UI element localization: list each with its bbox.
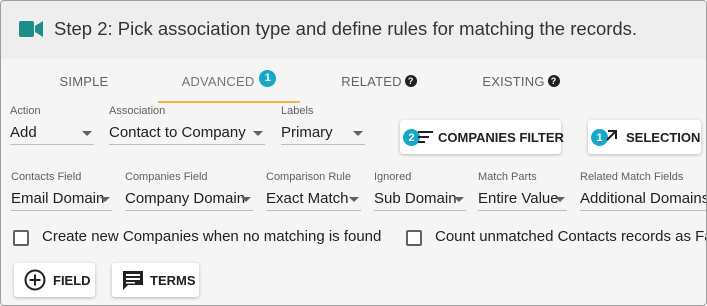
contacts-field-field: Contacts Field Email Domain — [11, 171, 112, 211]
step-title: Step 2: Pick association type and define… — [54, 18, 638, 39]
chevron-down-icon — [555, 197, 565, 202]
labels-field: Labels Primary — [281, 105, 365, 145]
chevron-down-icon — [241, 197, 251, 202]
action-value: Add — [10, 124, 37, 141]
chevron-down-icon — [454, 197, 464, 202]
action-select[interactable]: Add — [10, 121, 94, 145]
tab-existing[interactable]: EXISTING ? — [461, 59, 581, 103]
comparison-rule-value: Exact Match — [266, 190, 349, 207]
create-new-companies-label: Create new Companies when no matching is… — [42, 228, 382, 245]
tab-related[interactable]: RELATED ? — [319, 59, 439, 103]
companies-field-value: Company Domain — [125, 190, 246, 207]
plus-circle-icon — [24, 269, 46, 294]
tab-badge: 1 — [259, 69, 277, 87]
ignored-label: Ignored — [374, 171, 412, 183]
chevron-down-icon — [353, 131, 363, 136]
related-match-field: Related Match Fields Additional Domains — [580, 171, 706, 211]
labels-value: Primary — [281, 124, 333, 141]
contacts-field-value: Email Domain — [11, 190, 105, 207]
related-match-label: Related Match Fields — [580, 171, 684, 183]
tab-label: RELATED — [341, 73, 402, 89]
arrow-up-right-icon — [603, 128, 619, 147]
companies-filter-label: COMPANIES FILTER — [438, 130, 564, 145]
related-match-select[interactable]: Additional Domains — [580, 187, 706, 211]
tab-advanced[interactable]: ADVANCED 1 — [158, 59, 300, 103]
help-icon[interactable]: ? — [547, 75, 560, 87]
chevron-down-icon — [349, 197, 359, 202]
companies-field-select[interactable]: Company Domain — [125, 187, 253, 211]
contacts-field-label: Contacts Field — [11, 171, 82, 183]
companies-filter-button[interactable]: 2 COMPANIES FILTER — [400, 120, 564, 154]
add-field-button[interactable]: FIELD — [14, 263, 95, 297]
selection-button[interactable]: 1 SELECTION — [588, 120, 701, 154]
terms-button-label: TERMS — [150, 273, 196, 288]
terms-button[interactable]: TERMS — [112, 263, 199, 297]
active-tab-indicator — [158, 101, 300, 103]
comparison-rule-label: Comparison Rule — [266, 171, 351, 183]
step-panel: Step 2: Pick association type and define… — [0, 0, 707, 306]
ignored-select[interactable]: Sub Domain — [374, 187, 466, 211]
match-parts-field: Match Parts Entire Value — [478, 171, 567, 211]
association-select[interactable]: Contact to Company — [109, 121, 265, 145]
field-button-label: FIELD — [53, 273, 91, 288]
video-camera-icon — [19, 20, 43, 43]
labels-select[interactable]: Primary — [281, 121, 365, 145]
contacts-field-select[interactable]: Email Domain — [11, 187, 112, 211]
chevron-down-icon — [82, 131, 92, 136]
companies-field-field: Companies Field Company Domain — [125, 171, 253, 211]
help-icon[interactable]: ? — [404, 75, 417, 87]
count-unmatched-checkbox[interactable] — [406, 230, 422, 246]
step-header: Step 2: Pick association type and define… — [1, 1, 706, 59]
tab-label: SIMPLE — [59, 73, 109, 89]
comparison-rule-field: Comparison Rule Exact Match — [266, 171, 361, 211]
chevron-down-icon — [100, 197, 110, 202]
tab-label: ADVANCED — [181, 73, 255, 89]
match-parts-value: Entire Value — [478, 190, 559, 207]
create-new-companies-checkbox[interactable] — [13, 230, 29, 246]
association-value: Contact to Company — [109, 124, 246, 141]
filter-list-icon — [414, 129, 434, 148]
tab-label: EXISTING — [482, 73, 545, 89]
action-label: Action — [10, 105, 41, 117]
count-unmatched-label: Count unmatched Contacts records as Fail — [435, 228, 707, 245]
related-match-value: Additional Domains — [580, 190, 706, 207]
companies-field-label: Companies Field — [125, 171, 208, 183]
labels-label: Labels — [281, 105, 314, 117]
comment-text-icon — [122, 270, 144, 294]
match-parts-label: Match Parts — [478, 171, 537, 183]
action-field: Action Add — [10, 105, 94, 145]
selection-label: SELECTION — [626, 130, 701, 145]
chevron-down-icon — [253, 131, 263, 136]
comparison-rule-select[interactable]: Exact Match — [266, 187, 361, 211]
match-parts-select[interactable]: Entire Value — [478, 187, 567, 211]
tab-simple[interactable]: SIMPLE — [26, 59, 142, 103]
association-label: Association — [109, 105, 166, 117]
association-field: Association Contact to Company — [109, 105, 265, 145]
ignored-value: Sub Domain — [374, 190, 457, 207]
ignored-field: Ignored Sub Domain — [374, 171, 466, 211]
tab-bar: SIMPLE ADVANCED 1 RELATED ? EXISTING ? — [1, 59, 706, 103]
